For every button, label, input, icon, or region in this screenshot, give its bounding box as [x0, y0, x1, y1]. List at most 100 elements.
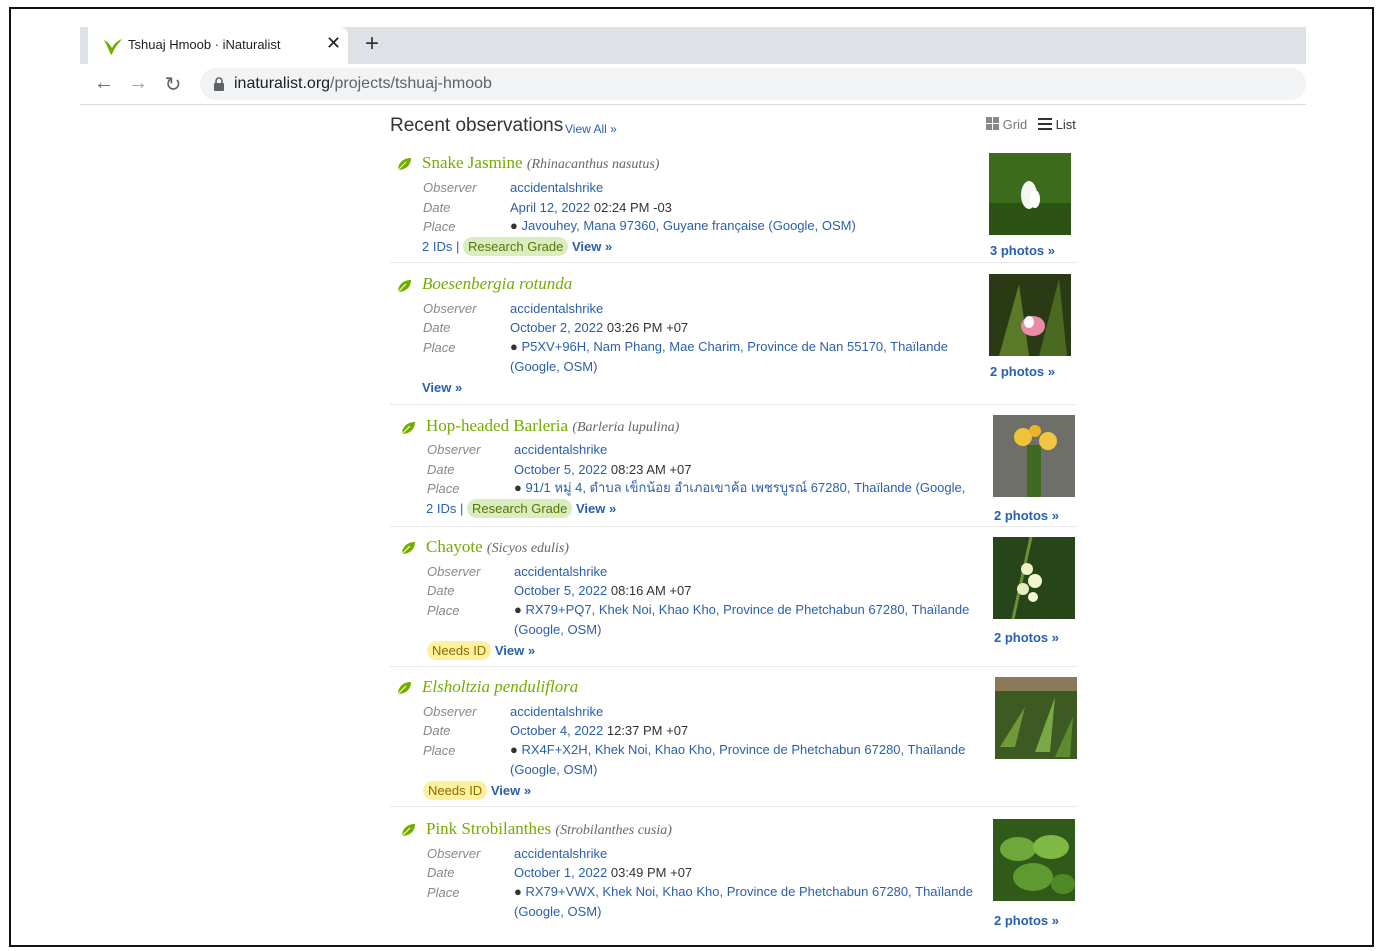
plant-leaf-icon	[397, 682, 411, 695]
grid-label[interactable]: Grid	[1003, 117, 1028, 132]
place-label: Place	[427, 603, 460, 618]
url-host: inaturalist.org	[234, 75, 331, 92]
observation-time: 12:37 PM +07	[606, 723, 689, 738]
view-link[interactable]: View »	[572, 239, 612, 254]
taxon-name[interactable]: Snake Jasmine (Rhinacanthus nasutus)	[422, 153, 659, 173]
place-text[interactable]: ● Javouhey, Mana 97360, Guyane française…	[510, 216, 980, 236]
common-name[interactable]: Hop-headed Barleria	[426, 416, 568, 435]
inaturalist-bird-icon	[104, 39, 122, 55]
observer-link[interactable]: accidentalshrike	[510, 704, 603, 719]
quality-grade-badge: Needs ID	[423, 781, 488, 800]
observation-photo[interactable]	[989, 274, 1071, 356]
place-value[interactable]: P5XV+96H, Nam Phang, Mae Charim, Provinc…	[510, 339, 948, 374]
scientific-name: (Barleria lupulina)	[572, 420, 680, 435]
observation-date: October 5, 2022 08:16 AM +07	[514, 583, 691, 598]
map-marker-icon: ●	[510, 339, 518, 354]
common-name[interactable]: Elsholtzia penduliflora	[422, 677, 578, 696]
url-path: /projects/tshuaj-hmoob	[330, 75, 492, 92]
scientific-name: (Rhinacanthus nasutus)	[526, 157, 660, 172]
observation-meta: 2 IDs | Research Grade View »	[422, 237, 612, 256]
common-name[interactable]: Snake Jasmine	[422, 153, 523, 172]
photos-link[interactable]: 2 photos »	[994, 508, 1059, 523]
photos-link[interactable]: 3 photos »	[990, 243, 1055, 258]
taxon-name[interactable]: Pink Strobilanthes (Strobilanthes cusia)	[426, 819, 672, 839]
new-tab-button[interactable]: +	[365, 30, 379, 58]
observer-link[interactable]: accidentalshrike	[510, 180, 603, 195]
date-label: Date	[427, 583, 455, 598]
forward-icon[interactable]: →	[126, 72, 150, 95]
view-link[interactable]: View »	[495, 643, 535, 658]
date-label: Date	[423, 200, 451, 215]
observation-photo[interactable]	[989, 153, 1071, 235]
observation-photo[interactable]	[993, 819, 1075, 901]
reload-icon[interactable]: ↻	[161, 72, 185, 97]
observer-label: Observer	[423, 180, 477, 195]
place-value[interactable]: RX4F+X2H, Khek Noi, Khao Kho, Province d…	[510, 742, 965, 777]
view-toggle: Grid List	[986, 117, 1076, 132]
observer-link[interactable]: accidentalshrike	[514, 564, 607, 579]
view-link[interactable]: View »	[491, 783, 531, 798]
quality-grade-badge: Research Grade	[466, 499, 573, 518]
back-icon[interactable]: ←	[92, 72, 116, 95]
observation-photo[interactable]	[993, 537, 1075, 619]
date-label: Date	[423, 723, 451, 738]
view-all-link[interactable]: View All »	[565, 122, 617, 136]
observation-date: October 4, 2022 12:37 PM +07	[510, 723, 688, 738]
ids-count[interactable]: 2 IDs |	[426, 501, 463, 516]
place-text[interactable]: ● RX4F+X2H, Khek Noi, Khao Kho, Province…	[510, 740, 980, 780]
scientific-name: (Strobilanthes cusia)	[555, 823, 672, 838]
place-value[interactable]: RX79+VWX, Khek Noi, Khao Kho, Province d…	[514, 884, 973, 919]
date-link[interactable]: October 4, 2022	[510, 723, 603, 738]
common-name[interactable]: Pink Strobilanthes	[426, 819, 551, 838]
list-label[interactable]: List	[1056, 117, 1076, 132]
place-text[interactable]: ● RX79+PQ7, Khek Noi, Khao Kho, Province…	[514, 600, 984, 640]
map-marker-icon: ●	[510, 218, 518, 233]
plant-leaf-icon	[397, 158, 411, 171]
date-link[interactable]: October 5, 2022	[514, 583, 607, 598]
photos-link[interactable]: 2 photos »	[990, 364, 1055, 379]
map-marker-icon: ●	[514, 884, 522, 899]
observation-photo[interactable]	[995, 677, 1077, 759]
photos-link[interactable]: 2 photos »	[994, 913, 1059, 928]
observation-meta: 2 IDs | Research Grade View »	[426, 499, 616, 518]
taxon-name[interactable]: Elsholtzia penduliflora	[422, 677, 578, 697]
place-text[interactable]: ● P5XV+96H, Nam Phang, Mae Charim, Provi…	[510, 337, 980, 377]
page-title: Recent observations	[390, 115, 564, 136]
date-label: Date	[423, 320, 451, 335]
list-icon[interactable]	[1038, 118, 1053, 130]
observer-link[interactable]: accidentalshrike	[514, 442, 607, 457]
taxon-name[interactable]: Boesenbergia rotunda	[422, 274, 572, 294]
place-value[interactable]: Javouhey, Mana 97360, Guyane française (…	[521, 218, 855, 233]
tab-bar: Tshuaj Hmoob · iNaturalist ✕ +	[80, 27, 1306, 64]
photos-link[interactable]: 2 photos »	[994, 630, 1059, 645]
observation-date: April 12, 2022 02:24 PM -03	[510, 200, 672, 215]
plant-leaf-icon	[397, 280, 411, 293]
place-value[interactable]: RX79+PQ7, Khek Noi, Khao Kho, Province d…	[514, 602, 969, 637]
common-name[interactable]: Boesenbergia rotunda	[422, 274, 572, 293]
address-bar[interactable]: inaturalist.org/projects/tshuaj-hmoob	[200, 68, 1306, 100]
date-link[interactable]: October 2, 2022	[510, 320, 603, 335]
view-link[interactable]: View »	[576, 501, 616, 516]
date-link[interactable]: October 1, 2022	[514, 865, 607, 880]
ids-count[interactable]: 2 IDs |	[422, 239, 459, 254]
date-link[interactable]: October 5, 2022	[514, 462, 607, 477]
observation-time: 08:16 AM +07	[610, 583, 692, 598]
observation-date: October 1, 2022 03:49 PM +07	[514, 865, 692, 880]
place-text[interactable]: ● RX79+VWX, Khek Noi, Khao Kho, Province…	[514, 882, 984, 922]
view-link[interactable]: View »	[422, 380, 462, 395]
observer-link[interactable]: accidentalshrike	[510, 301, 603, 316]
taxon-name[interactable]: Hop-headed Barleria (Barleria lupulina)	[426, 416, 679, 436]
observation-item: Hop-headed Barleria (Barleria lupulina) …	[390, 407, 1077, 527]
url-text: inaturalist.org/projects/tshuaj-hmoob	[234, 75, 492, 93]
grid-icon[interactable]	[986, 117, 999, 130]
taxon-name[interactable]: Chayote (Sicyos edulis)	[426, 537, 569, 557]
place-label: Place	[423, 219, 456, 234]
date-link[interactable]: April 12, 2022	[510, 200, 590, 215]
browser-tab[interactable]: Tshuaj Hmoob · iNaturalist ✕	[80, 27, 348, 64]
common-name[interactable]: Chayote	[426, 537, 483, 556]
observer-link[interactable]: accidentalshrike	[514, 846, 607, 861]
observation-photo[interactable]	[993, 415, 1075, 497]
observation-item: Boesenbergia rotunda Observer accidental…	[390, 265, 1077, 405]
close-tab-icon[interactable]: ✕	[326, 33, 341, 54]
observation-meta: Needs ID View »	[427, 641, 535, 660]
